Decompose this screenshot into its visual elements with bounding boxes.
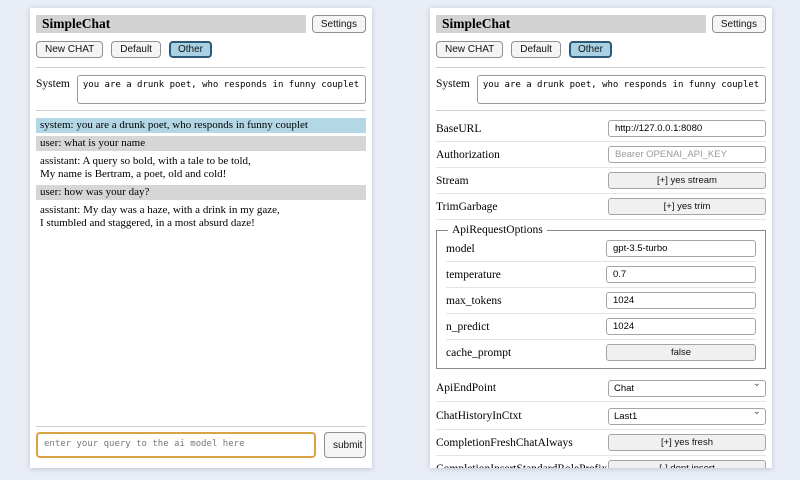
message-line: user: what is your name [40, 137, 362, 150]
chat-session-tabs: New CHAT Default Other [36, 41, 366, 58]
setting-row-chat-history-in-ctxt: ChatHistoryInCtxt Last1 ⌄ [436, 402, 766, 430]
setting-label: cache_prompt [446, 347, 511, 359]
chat-history-in-ctxt-select[interactable]: Last1 [608, 408, 766, 425]
setting-label: CompletionInsertStandardRolePrefix [436, 463, 607, 469]
select-wrapper: Last1 ⌄ [608, 406, 766, 425]
fieldset-legend: ApiRequestOptions [448, 224, 547, 236]
setting-row-completion-insert-role-prefix: CompletionInsertStandardRolePrefix [-] d… [436, 456, 766, 468]
query-section: submit [36, 421, 366, 458]
model-input[interactable] [606, 240, 756, 257]
setting-row-baseurl: BaseURL [436, 116, 766, 142]
tab-other[interactable]: Other [569, 41, 612, 58]
settings-button[interactable]: Settings [312, 15, 366, 33]
setting-label: max_tokens [446, 295, 502, 307]
setting-row-completion-fresh-chat: CompletionFreshChatAlways [+] yes fresh [436, 430, 766, 456]
setting-row-max-tokens: max_tokens [446, 288, 756, 314]
tab-other[interactable]: Other [169, 41, 212, 58]
chat-message-assistant: assistant: My day was a haze, with a dri… [36, 203, 366, 231]
setting-label: Stream [436, 175, 469, 187]
message-line: assistant: A query so bold, with a tale … [40, 155, 362, 168]
select-wrapper: Chat ⌄ [608, 378, 766, 397]
chat-message-system: system: you are a drunk poet, who respon… [36, 118, 366, 133]
completion-fresh-chat-toggle-button[interactable]: [+] yes fresh [608, 434, 766, 451]
submit-button[interactable]: submit [324, 432, 366, 458]
authorization-input[interactable] [608, 146, 766, 163]
app-title: SimpleChat [436, 15, 706, 33]
setting-row-n-predict: n_predict [446, 314, 756, 340]
stream-toggle-button[interactable]: [+] yes stream [608, 172, 766, 189]
setting-label: model [446, 243, 475, 255]
system-prompt-input[interactable]: you are a drunk poet, who responds in fu… [477, 75, 766, 104]
setting-row-cache-prompt: cache_prompt false [446, 340, 756, 365]
temperature-input[interactable] [606, 266, 756, 283]
setting-row-api-endpoint: ApiEndPoint Chat ⌄ [436, 374, 766, 402]
divider [36, 110, 366, 111]
max-tokens-input[interactable] [606, 292, 756, 309]
setting-label: Authorization [436, 149, 500, 161]
settings-list: BaseURL Authorization Stream [+] yes str… [436, 116, 766, 468]
system-prompt-row: System you are a drunk poet, who respond… [436, 75, 766, 104]
setting-label: n_predict [446, 321, 489, 333]
app-title: SimpleChat [36, 15, 306, 33]
chat-message-assistant: assistant: A query so bold, with a tale … [36, 154, 366, 182]
setting-label: ApiEndPoint [436, 382, 496, 394]
completion-insert-role-prefix-toggle-button[interactable]: [-] dont insert [608, 460, 766, 468]
message-line: My name is Bertram, a poet, old and cold… [40, 168, 362, 181]
tab-default[interactable]: Default [111, 41, 161, 58]
divider [436, 67, 766, 68]
tab-default[interactable]: Default [511, 41, 561, 58]
trimgarbage-toggle-button[interactable]: [+] yes trim [608, 198, 766, 215]
message-line: assistant: My day was a haze, with a dri… [40, 204, 362, 217]
n-predict-input[interactable] [606, 318, 756, 335]
chat-message-user: user: what is your name [36, 136, 366, 151]
tab-new-chat[interactable]: New CHAT [436, 41, 503, 58]
setting-label: temperature [446, 269, 501, 281]
message-line: user: how was your day? [40, 186, 362, 199]
query-row: submit [36, 432, 366, 458]
chat-session-tabs: New CHAT Default Other [436, 41, 766, 58]
divider [436, 110, 766, 111]
cache-prompt-toggle-button[interactable]: false [606, 344, 756, 361]
tab-new-chat[interactable]: New CHAT [36, 41, 103, 58]
chat-history: system: you are a drunk poet, who respon… [36, 118, 366, 421]
setting-row-model: model [446, 236, 756, 262]
message-line: I stumbled and staggered, in a most absu… [40, 217, 362, 230]
setting-row-authorization: Authorization [436, 142, 766, 168]
setting-label: TrimGarbage [436, 201, 498, 213]
system-prompt-input[interactable]: you are a drunk poet, who responds in fu… [77, 75, 366, 104]
system-prompt-row: System you are a drunk poet, who respond… [36, 75, 366, 104]
setting-row-temperature: temperature [446, 262, 756, 288]
settings-button[interactable]: Settings [712, 15, 766, 33]
chat-message-user: user: how was your day? [36, 185, 366, 200]
header-bar: SimpleChat Settings [36, 15, 366, 33]
divider [36, 426, 366, 427]
setting-label: CompletionFreshChatAlways [436, 437, 573, 449]
system-label: System [36, 75, 70, 104]
setting-row-stream: Stream [+] yes stream [436, 168, 766, 194]
header-bar: SimpleChat Settings [436, 15, 766, 33]
api-endpoint-select[interactable]: Chat [608, 380, 766, 397]
api-request-options-fieldset: ApiRequestOptions model temperature max_… [436, 224, 766, 369]
chat-panel: SimpleChat Settings New CHAT Default Oth… [30, 8, 372, 468]
setting-label: ChatHistoryInCtxt [436, 410, 522, 422]
system-label: System [436, 75, 470, 104]
message-line: system: you are a drunk poet, who respon… [40, 119, 362, 132]
setting-label: BaseURL [436, 123, 481, 135]
setting-row-trimgarbage: TrimGarbage [+] yes trim [436, 194, 766, 220]
divider [36, 67, 366, 68]
baseurl-input[interactable] [608, 120, 766, 137]
query-input[interactable] [36, 432, 316, 458]
settings-panel: SimpleChat Settings New CHAT Default Oth… [430, 8, 772, 468]
